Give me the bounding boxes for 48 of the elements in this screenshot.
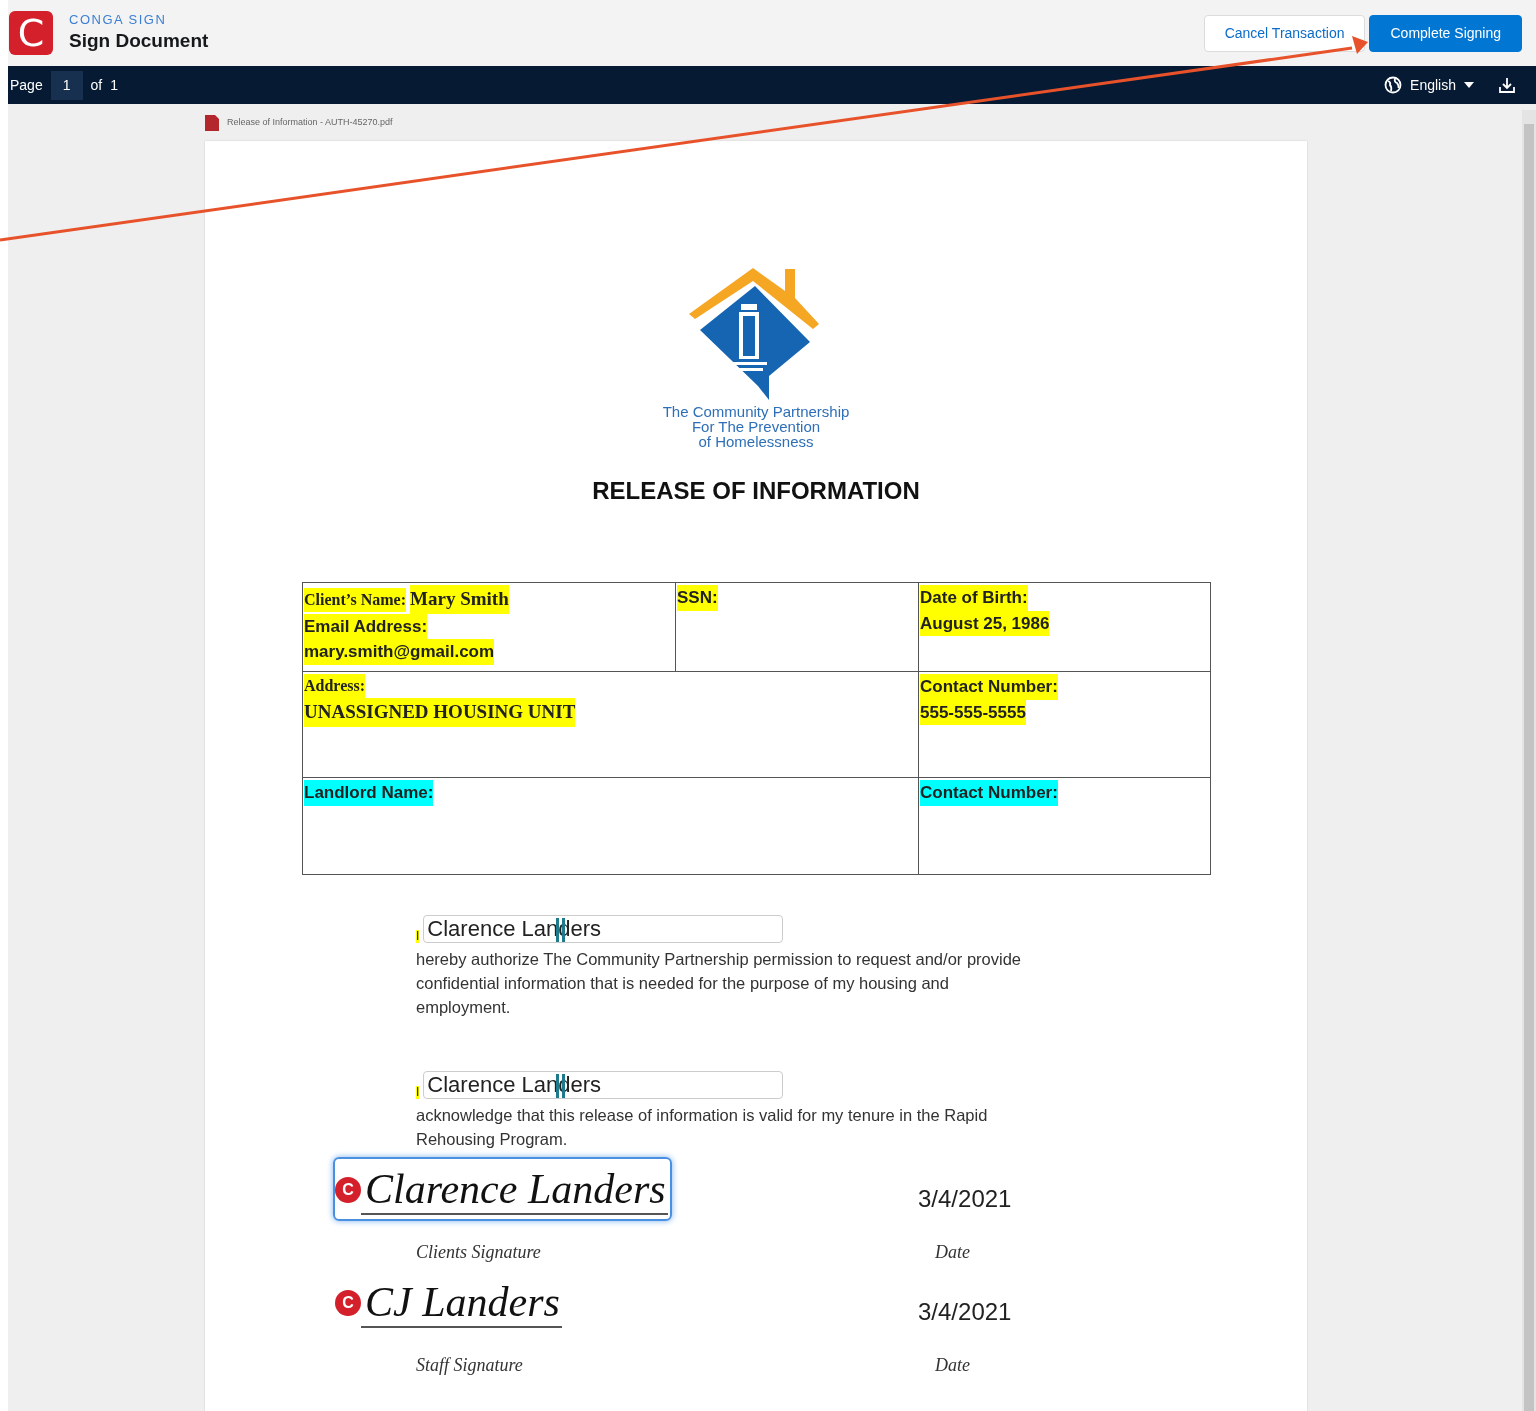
download-icon[interactable] [1498,76,1516,94]
field-value: August 25, 1986 [920,610,1050,636]
cancel-button[interactable]: Cancel Transaction [1203,14,1366,52]
signature-label: Staff Signature [416,1355,523,1375]
scrollbar[interactable] [1522,110,1536,1411]
name-prefix: I [416,930,420,943]
field-label: Client’s Name: [304,588,407,612]
signature: Clarence Landers [361,1165,668,1215]
field-label: Contact Number: [920,780,1058,806]
file-name[interactable]: Release of Information - AUTH-45270.pdf [227,116,393,130]
date-value: 3/4/2021 [918,1297,1012,1327]
date-value: 3/4/2021 [918,1184,1012,1214]
clause-text: hereby authorize The Community Partnership permission to request and/or provide confidential information that is needed for the purpose of my housing and employment. [416,949,1022,1018]
field-label: Landlord Name: [304,780,434,806]
field-value: mary.smith@gmail.com [304,639,495,665]
pdf-file-icon [205,115,219,131]
field-label: Date of Birth: [920,585,1028,611]
caret-icon [1464,82,1474,88]
page-total: 1 [110,75,118,95]
field-value: UNASSIGNED HOUSING UNIT [304,698,576,727]
page-label: Page [10,75,43,95]
signature-badge: C [335,1290,361,1316]
page-title: Sign Document [69,29,209,53]
field-value: Email Address: [304,613,428,639]
logo-text: For The Prevention [691,419,821,434]
clause-text: acknowledge that this release of information is valid for my tenure in the Rapid Rehousing Program. [416,1105,989,1150]
page-of-label: of [90,75,103,95]
date-label: Date [935,1241,970,1264]
signature-badge: C [335,1177,361,1203]
date-label: Date [935,1354,970,1377]
language-dropdown[interactable]: English [1410,74,1474,96]
document-heading: RELEASE OF INFORMATION [591,476,921,506]
app-logo: C [9,11,53,55]
field-label: SSN: [677,585,718,611]
signature-field[interactable]: C Clarence Landers [333,1157,672,1221]
field-label: Contact Number: [920,674,1058,700]
globe-icon [1384,76,1403,94]
field-label: Address: [304,674,366,698]
logo-text: of Homelessness [698,434,814,449]
signature-field[interactable]: C CJ Landers [333,1270,566,1334]
complete-signing-button[interactable]: Complete Signing [1369,14,1522,52]
signature: CJ Landers [361,1278,562,1328]
field-value: 555-555-5555 [920,699,1026,725]
signature-label: Clients Signature [416,1242,541,1262]
page-number-field[interactable]: 1 [50,70,83,100]
name-prefix: I [416,1086,420,1099]
app-brand: CONGA SIGN [69,12,168,28]
field-value: Mary Smith [410,585,509,614]
